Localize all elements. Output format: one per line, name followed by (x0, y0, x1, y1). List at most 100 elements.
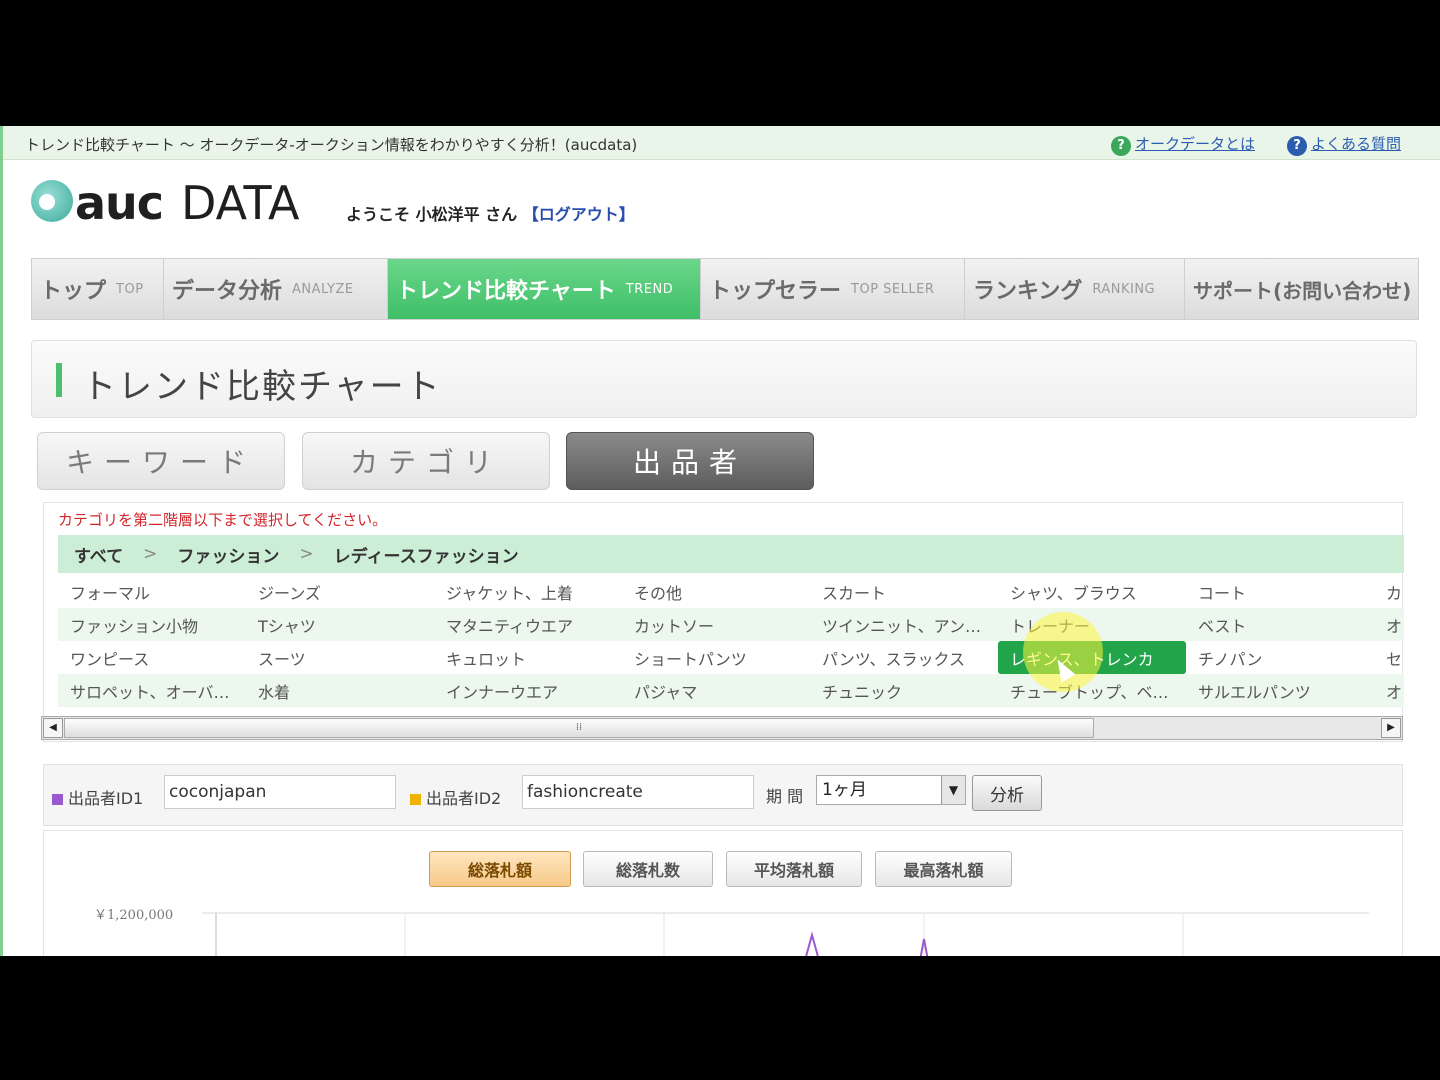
category-item[interactable]: ファッション小物 (58, 608, 246, 641)
category-item[interactable]: ワンピース (58, 641, 246, 674)
title-strip: トレンド比較チャート ～ オークデータ-オークション情報をわかりやすく分析！(a… (3, 126, 1440, 160)
category-item[interactable]: カ (1374, 575, 1408, 608)
logo-mark-icon (31, 180, 73, 222)
period-label: 期 間 (766, 787, 804, 806)
category-item[interactable]: オ (1374, 608, 1408, 641)
category-item[interactable]: スーツ (246, 641, 434, 674)
series-seller1-peak (805, 931, 819, 956)
breadcrumb: すべて > ファッション > レディースファッション (58, 535, 1404, 573)
nav-analyze-label: データ分析 (172, 279, 283, 304)
metric-average-amount-button[interactable]: 平均落札額 (726, 851, 862, 887)
nav-top-seller-sublabel: TOP SELLER (851, 281, 935, 297)
nav-ranking[interactable]: ランキング RANKING (965, 259, 1185, 319)
scroll-left-icon[interactable]: ◀ (43, 718, 63, 738)
tab-category[interactable]: カテゴリ (302, 432, 550, 490)
seller2-color-icon (410, 794, 421, 805)
nav-analyze[interactable]: データ分析 ANALYZE (164, 259, 388, 319)
chevron-down-icon[interactable]: ▼ (941, 776, 965, 804)
breadcrumb-ladies-fashion: レディースファッション (333, 546, 519, 567)
scrollbar-thumb[interactable]: ⁞⁞ (64, 718, 1094, 738)
period-select[interactable]: 1ヶ月 ▼ (816, 775, 966, 805)
nav-trend[interactable]: トレンド比較チャート TREND (388, 259, 701, 319)
category-item[interactable]: カットソー (622, 608, 810, 641)
category-row: ワンピーススーツキュロットショートパンツパンツ、スラックスレギンス、トレンカチノ… (58, 641, 1404, 674)
welcome-text: ようこそ 小松洋平 さん (346, 205, 518, 224)
logout-link[interactable]: 【ログアウト】 (523, 205, 635, 224)
tab-seller[interactable]: 出品者 (566, 432, 814, 490)
metric-max-amount-button[interactable]: 最高落札額 (875, 851, 1012, 887)
nav-support-label: サポート(お問い合わせ) (1193, 278, 1412, 303)
chart-panel: 総落札額 総落札数 平均落札額 最高落札額 ￥1,200,000 (43, 830, 1403, 956)
browser-viewport: トレンド比較チャート ～ オークデータ-オークション情報をわかりやすく分析！(a… (0, 126, 1440, 956)
metric-total-count-button[interactable]: 総落札数 (583, 851, 713, 887)
category-item[interactable]: その他 (622, 575, 810, 608)
breadcrumb-separator-icon: > (143, 544, 158, 564)
trend-chart: ￥1,200,000 (94, 908, 1369, 956)
seller1-label: 出品者ID1 (52, 785, 143, 809)
category-scrollbar[interactable]: ◀ ⁞⁞ ▶ (41, 716, 1403, 740)
nav-top-sublabel: TOP (116, 281, 144, 297)
category-item[interactable]: ショートパンツ (622, 641, 810, 674)
category-item[interactable]: マタニティウエア (434, 608, 622, 641)
y-tick-label: ￥1,200,000 (94, 908, 173, 923)
category-item[interactable]: Tシャツ (246, 608, 434, 641)
seller2-label: 出品者ID2 (410, 785, 501, 809)
category-item[interactable]: インナーウエア (434, 674, 622, 707)
page-heading-box: トレンド比較チャート (31, 340, 1417, 418)
category-row: フォーマル ジーンズ ジャケット、上着 その他 スカート シャツ、ブラウス コートカ (58, 575, 1404, 608)
seller1-input[interactable]: coconjapan (164, 775, 396, 809)
nav-trend-sublabel: TREND (625, 281, 674, 297)
seller2-input[interactable]: fashioncreate (522, 775, 754, 809)
category-item[interactable]: スカート (810, 575, 998, 608)
seller1-label-text: 出品者ID1 (68, 789, 144, 808)
seller-form: 出品者ID1 coconjapan 出品者ID2 fashioncreate 期… (43, 764, 1403, 826)
category-item[interactable]: シャツ、ブラウス (998, 575, 1186, 608)
category-item[interactable]: パジャマ (622, 674, 810, 707)
page-title: トレンド比較チャート ～ オークデータ-オークション情報をわかりやすく分析！(a… (25, 136, 638, 154)
category-item[interactable]: キュロット (434, 641, 622, 674)
heading-accent-bar (56, 363, 62, 397)
category-item[interactable]: フォーマル (58, 575, 246, 608)
category-item[interactable]: コート (1186, 575, 1374, 608)
tab-keyword[interactable]: キーワード (37, 432, 285, 490)
logo-text-auc: auc (75, 176, 164, 230)
category-item[interactable]: 水着 (246, 674, 434, 707)
nav-top-label: トップ (40, 279, 107, 304)
main-nav: トップ TOP データ分析 ANALYZE トレンド比較チャート TREND ト… (31, 258, 1419, 320)
seller1-color-icon (52, 794, 63, 805)
welcome-message: ようこそ 小松洋平 さん 【ログアウト】 (346, 201, 635, 225)
logo-text-data: DATA (181, 176, 300, 230)
scroll-right-icon[interactable]: ▶ (1381, 718, 1401, 738)
analyze-button[interactable]: 分析 (972, 775, 1042, 811)
category-item[interactable]: ジーンズ (246, 575, 434, 608)
category-item[interactable]: セ (1374, 641, 1408, 674)
category-item[interactable]: ベスト (1186, 608, 1374, 641)
nav-ranking-label: ランキング (973, 279, 1083, 304)
category-item[interactable]: サロペット、オーバ… (58, 674, 246, 707)
breadcrumb-fashion[interactable]: ファッション (177, 542, 279, 567)
help-icon: ? (1287, 136, 1307, 156)
page-heading: トレンド比較チャート (82, 367, 442, 407)
nav-analyze-sublabel: ANALYZE (292, 281, 354, 297)
nav-top-seller[interactable]: トップセラー TOP SELLER (701, 259, 965, 319)
breadcrumb-all[interactable]: すべて (74, 542, 123, 567)
metric-total-amount-button[interactable]: 総落札額 (429, 851, 571, 887)
faq-link[interactable]: よくある質問 (1311, 133, 1401, 154)
nav-support[interactable]: サポート(お問い合わせ) (1185, 259, 1418, 319)
nav-trend-label: トレンド比較チャート (396, 279, 616, 304)
category-item[interactable]: チュニック (810, 674, 998, 707)
category-grid: フォーマル ジーンズ ジャケット、上着 その他 スカート シャツ、ブラウス コートカファッシ… (58, 575, 1404, 707)
category-item[interactable]: オ (1374, 674, 1408, 707)
category-item[interactable]: チノパン (1186, 641, 1374, 674)
category-row: サロペット、オーバ… 水着 インナーウエア パジャマ チュニック チューブトップ、ベ… サル… (58, 674, 1404, 707)
category-item[interactable]: ジャケット、上着 (434, 575, 622, 608)
breadcrumb-separator-icon: > (299, 544, 314, 564)
category-item[interactable]: パンツ、スラックス (810, 641, 998, 674)
category-item[interactable]: サルエルパンツ (1186, 674, 1374, 707)
seller2-label-text: 出品者ID2 (426, 789, 502, 808)
category-item[interactable]: ツインニット、アン… (810, 608, 998, 641)
about-link[interactable]: オークデータとは (1135, 133, 1255, 154)
category-notice: カテゴリを第二階層以下まで選択してください。 (58, 511, 388, 529)
nav-top[interactable]: トップ TOP (32, 259, 164, 319)
question-icon: ? (1111, 136, 1131, 156)
